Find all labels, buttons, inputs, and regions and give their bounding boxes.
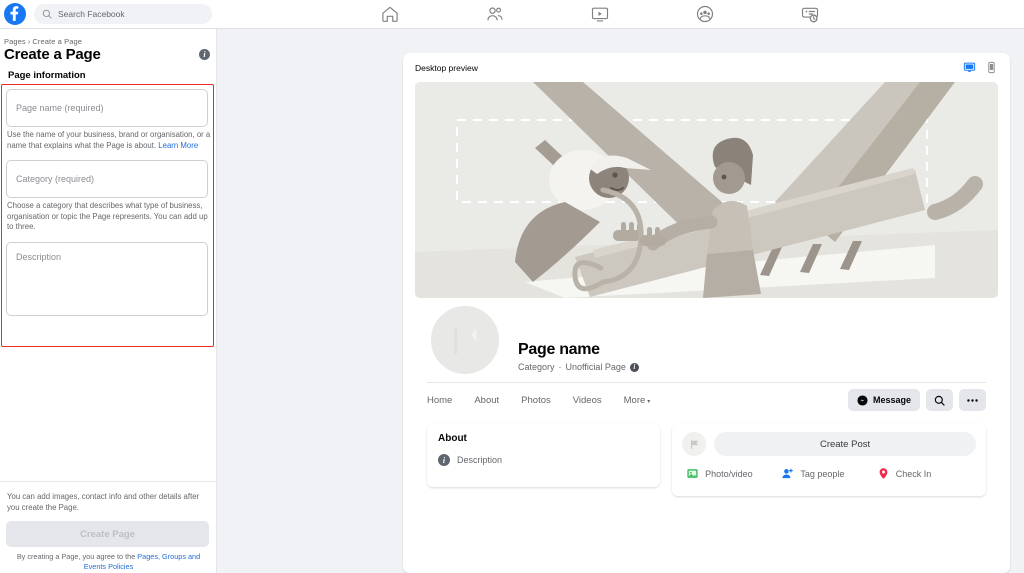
terms-prefix: By creating a Page, you agree to the [16,552,138,562]
desktop-monitor-icon[interactable] [963,61,976,74]
home-icon[interactable] [380,4,400,24]
tab-about[interactable]: About [474,395,499,406]
avatar[interactable] [428,303,502,377]
post-avatar [682,432,707,456]
tab-photos[interactable]: Photos [521,395,551,406]
page-identity-row: Page name Category · Unofficial Page i [403,298,1010,382]
search-placeholder-text: Search Facebook [58,9,125,19]
breadcrumb: Pages › Create a Page [0,29,216,46]
create-page-button[interactable]: Create Page [6,521,209,548]
search-icon [42,9,52,19]
chevron-down-icon: ▾ [647,398,651,405]
preview-status: Unofficial Page [565,362,626,372]
create-page-sidebar: Pages › Create a Page Create a Page i Page… [0,29,217,573]
page-name-input[interactable]: Page name (required) [6,89,208,127]
tab-photos-label: Photos [521,394,551,406]
preview-header: Desktop preview [403,53,1010,82]
preview-category: Category [518,362,555,372]
groups-icon[interactable] [695,4,715,24]
info-icon: i [438,454,450,466]
message-button[interactable]: Message [847,389,920,411]
about-description-text: Description [457,455,503,465]
tab-videos[interactable]: Videos [573,395,602,406]
gaming-icon[interactable] [800,4,820,24]
category-helper-text: Choose a category that describes what ty… [7,201,208,232]
top-navigation-bar: Search Facebook [0,0,1024,29]
page-search-button[interactable] [926,389,953,411]
messenger-icon [857,394,868,406]
preview-label: Desktop preview [415,62,478,73]
preview-subtitle: Category · Unofficial Page i [518,362,639,372]
flag-icon [454,327,477,354]
check-in-action[interactable]: Check In [877,467,972,480]
info-icon[interactable]: i [629,362,639,372]
tab-videos-label: Videos [572,394,602,406]
cover-photo-illustration[interactable] [415,82,998,298]
page-tabs-row: Home About Photos Videos More ▾ Message [403,383,1010,417]
photo-video-icon [687,469,698,478]
breadcrumb-separator: › [27,37,31,46]
friends-icon[interactable] [485,4,505,24]
tab-home[interactable]: Home [427,395,452,406]
page-title: Create a Page [4,46,101,63]
tag-people-icon [782,468,794,479]
sidebar-footer: You can add images, contact info and oth… [0,488,217,572]
preview-page-name: Page name [518,341,600,358]
category-input[interactable]: Category (required) [6,160,208,199]
subtitle-separator: · [558,362,562,372]
mobile-phone-icon[interactable] [985,61,998,74]
photo-video-label: Photo/video [705,468,753,479]
learn-more-link[interactable]: Learn More [158,141,198,150]
page-name-placeholder: Page name (required) [16,103,104,113]
facebook-logo-icon[interactable] [4,3,26,25]
desktop-preview-card: Desktop preview Page name Category · Uno… [403,53,1010,573]
description-input[interactable]: Description [6,241,208,316]
terms-text: By creating a Page, you agree to the Pag… [6,552,211,572]
info-icon[interactable]: i [199,49,210,60]
section-heading: Page information [8,70,86,81]
page-name-block: Page name Category · Unofficial Page i [518,341,639,372]
flag-icon [690,439,698,449]
create-post-row: Create Post [682,432,976,456]
page-title-row: Create a Page i [0,46,216,63]
tab-home-label: Home [427,394,453,406]
page-more-options-button[interactable] [959,389,986,411]
breadcrumb-current: Create a Page [32,37,83,46]
description-placeholder: Description [16,251,62,262]
tab-more-label: More [623,394,646,406]
top-nav-icon-group [380,0,820,28]
create-post-label: Create Post [819,438,871,450]
post-actions-row: Photo/video Tag people Check In [682,467,976,480]
about-card: About i Description [427,424,661,487]
main-content-area: Desktop preview Page name Category · Uno… [217,29,1024,573]
about-heading: About [438,433,467,444]
category-placeholder: Category (required) [16,174,95,185]
tab-about-label: About [474,394,500,406]
sidebar-divider [0,481,217,482]
preview-body-row: About i Description Create Post Photo/vi… [403,424,1010,496]
tag-people-action[interactable]: Tag people [781,467,876,480]
footer-note: You can add images, contact info and oth… [7,492,200,512]
tab-more[interactable]: More ▾ [624,395,651,406]
page-name-helper-text: Use the name of your business, brand or … [7,130,214,151]
create-post-input[interactable]: Create Post [714,432,976,456]
message-button-label: Message [872,395,911,405]
search-input[interactable]: Search Facebook [34,4,212,24]
about-description-row: i Description [438,454,649,466]
watch-icon[interactable] [590,4,610,24]
tag-people-label: Tag people [800,468,845,479]
check-in-icon [879,468,888,479]
search-icon [934,395,945,406]
cover-illustration-svg [415,82,998,298]
breadcrumb-root[interactable]: Pages [4,37,26,46]
create-post-card: Create Post Photo/video Tag people Check… [672,424,986,496]
ellipsis-icon [967,398,978,402]
check-in-label: Check In [895,468,932,479]
page-information-form: Page information Page name (required) Us… [0,70,216,316]
photo-video-action[interactable]: Photo/video [686,467,781,480]
